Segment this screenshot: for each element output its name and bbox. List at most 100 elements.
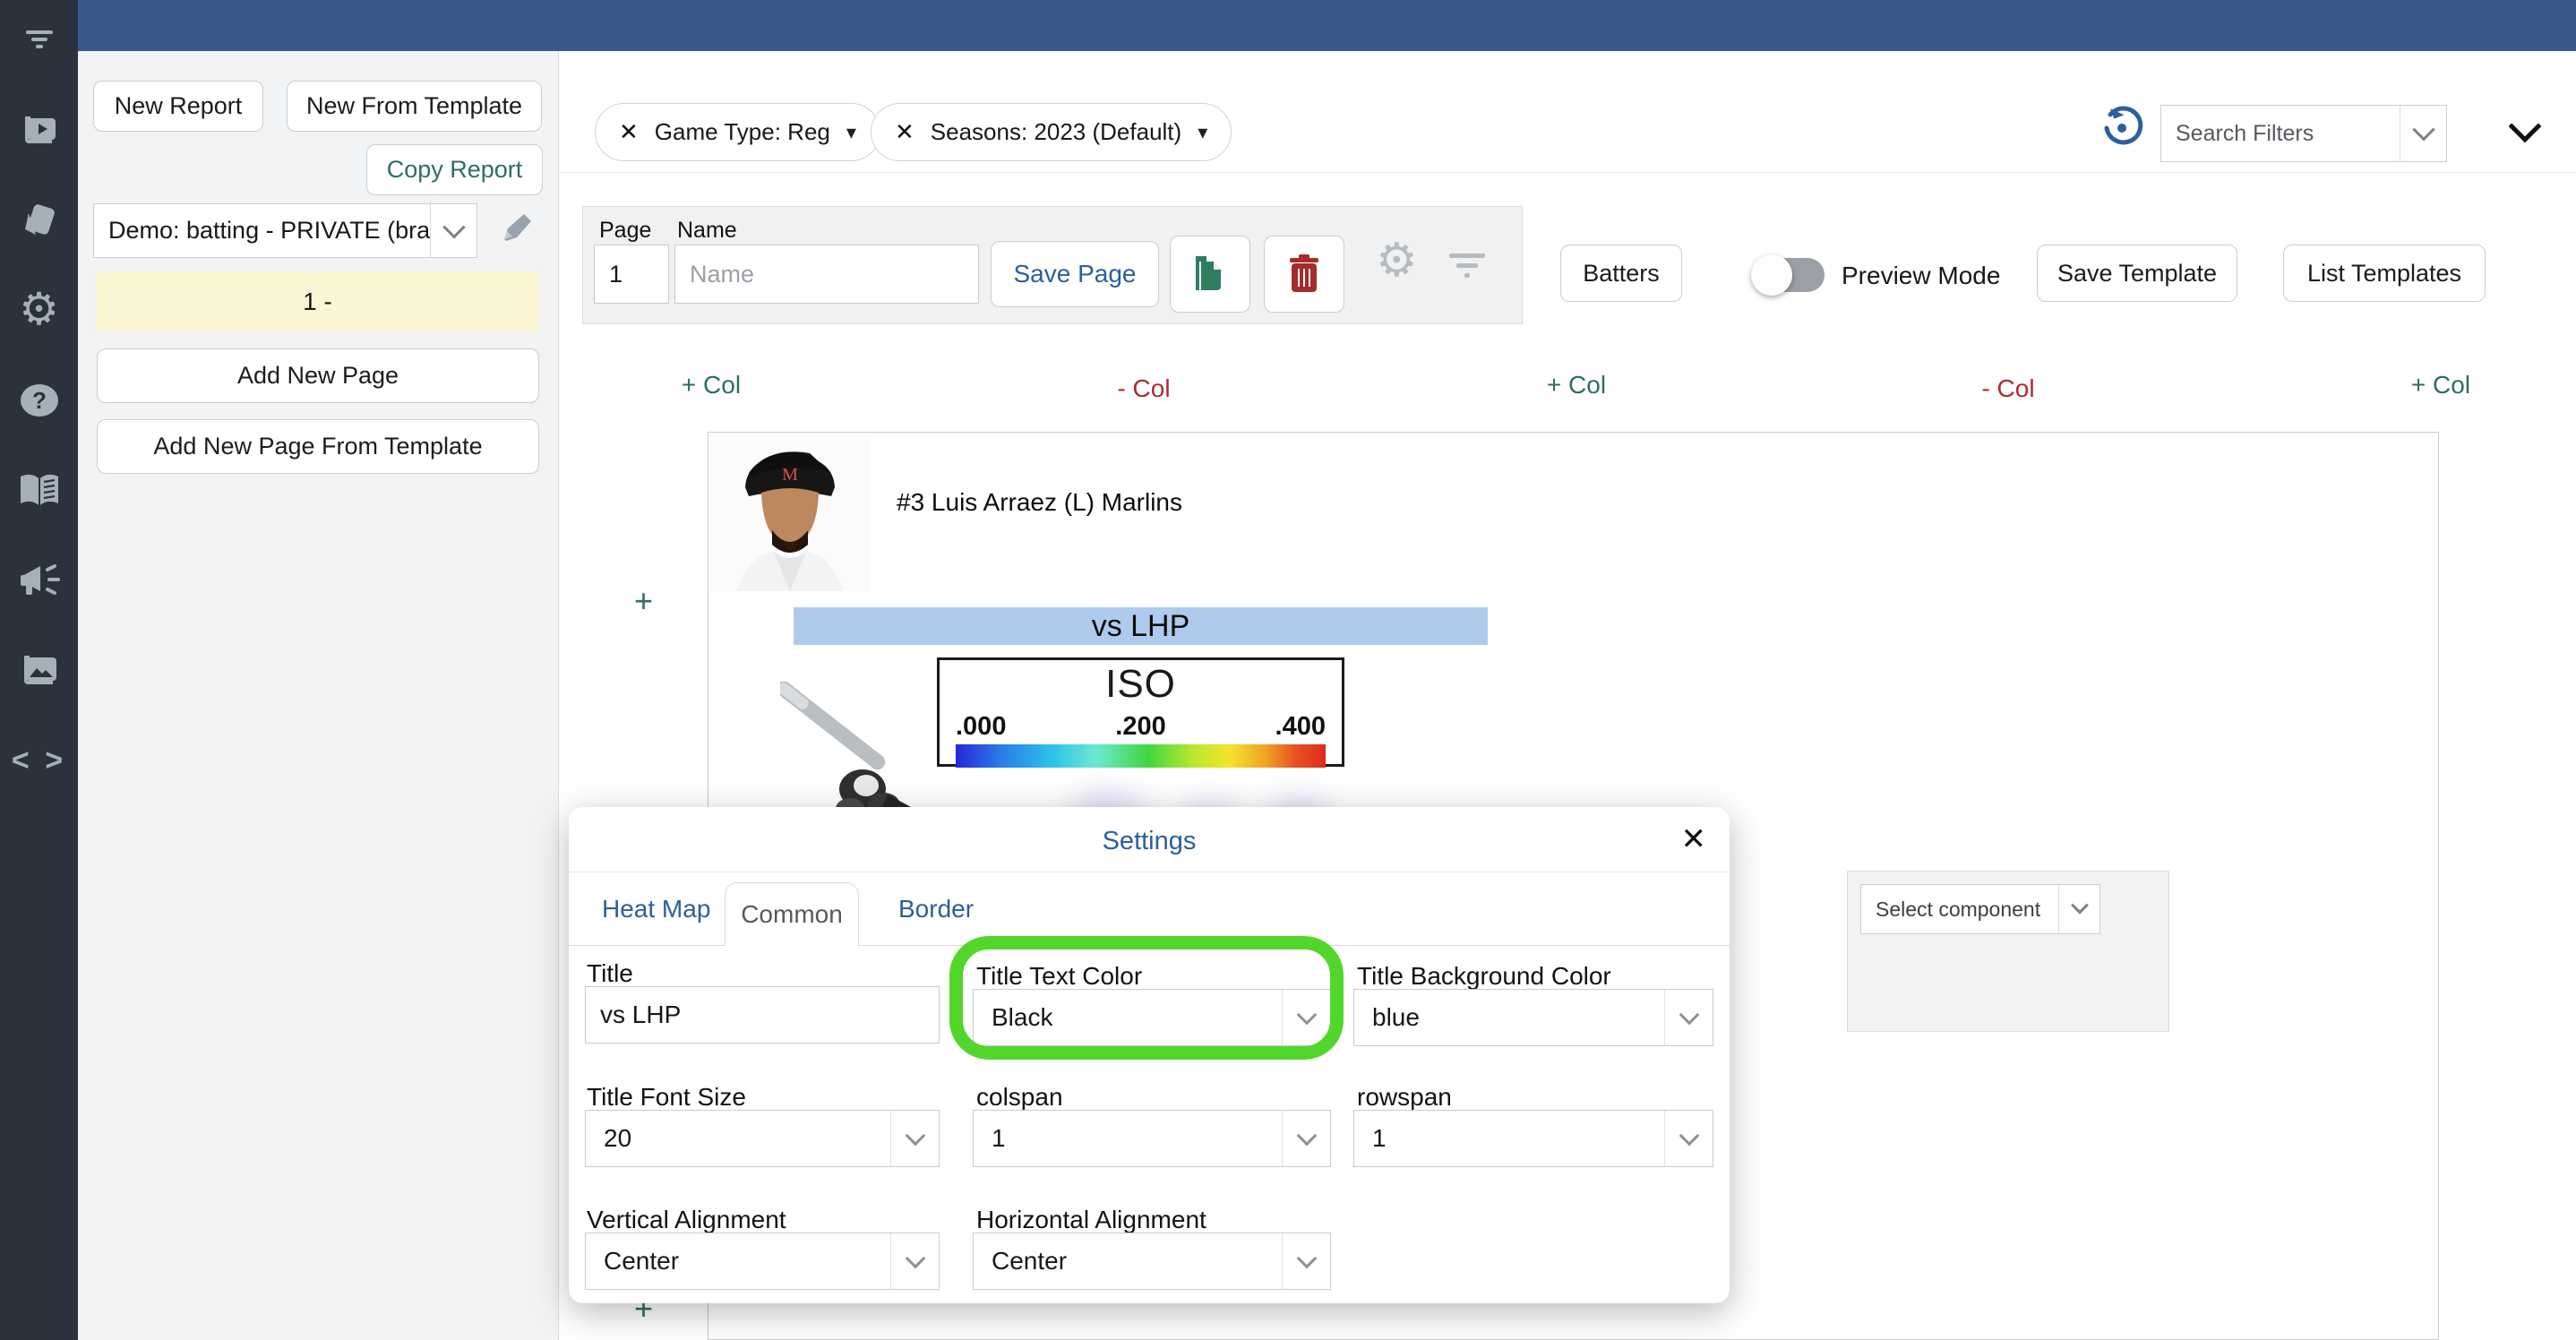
chevron-down-icon[interactable] [890,1233,939,1289]
title-font-size-label: Title Font Size [587,1083,746,1112]
component-cell: Select component [1847,871,2169,1032]
edit-report-icon[interactable] [497,210,533,251]
code-icon[interactable]: < > [0,743,78,778]
filter-chip-game-type[interactable]: ✕ Game Type: Reg ▾ [595,103,880,161]
vertical-alignment-select[interactable]: Center [585,1233,940,1290]
divider [559,172,2576,173]
history-restore-icon[interactable] [2099,106,2144,155]
legend-title: ISO [940,662,1342,707]
chevron-down-icon[interactable] [1282,1111,1330,1166]
copy-page-button[interactable] [1170,236,1250,313]
add-column-button[interactable]: + Col [1547,371,1606,399]
remove-column-button[interactable]: - Col [1117,374,1170,403]
tab-border[interactable]: Border [898,895,974,923]
video-library-icon[interactable] [0,107,78,155]
add-column-button[interactable]: + Col [2411,371,2470,399]
player-photo: M [709,434,871,596]
search-filters-placeholder: Search Filters [2161,121,2400,147]
title-text-color-select[interactable]: Black [973,989,1331,1046]
heatmap-legend[interactable]: ISO .000 .200 .400 [937,657,1344,767]
title-bg-color-label: Title Background Color [1357,962,1611,991]
copy-icon [1192,254,1228,294]
page-name-input[interactable] [674,245,979,304]
page-filter-icon[interactable] [1447,250,1487,287]
sidebar-nav: ⚙ ? < > [0,0,78,1340]
toggle-knob [1751,254,1792,296]
chevron-down-icon[interactable]: ▾ [846,121,856,144]
tab-heat-map[interactable]: Heat Map [602,895,710,923]
horizontal-alignment-label: Horizontal Alignment [976,1206,1206,1234]
svg-text:?: ? [32,387,47,414]
component-select[interactable]: Select component [1860,884,2100,934]
list-templates-button[interactable]: List Templates [2283,245,2486,302]
delete-page-button[interactable] [1264,236,1344,313]
vertical-alignment-label: Vertical Alignment [587,1206,786,1234]
page-settings-gear-icon[interactable]: ⚙ [1376,234,1418,288]
close-icon[interactable]: ✕ [1681,821,1707,857]
svg-text:M: M [782,465,798,485]
top-bar [78,0,2576,51]
image-library-icon[interactable] [0,650,78,694]
title-label: Title [587,959,633,988]
report-select[interactable]: Demo: batting - PRIVATE (brad... [93,203,477,258]
save-template-button[interactable]: Save Template [2037,245,2237,302]
chevron-down-icon[interactable] [1282,1233,1330,1289]
collapse-filters-icon[interactable] [2513,115,2537,138]
chevron-down-icon[interactable] [890,1111,939,1166]
colspan-label: colspan [976,1083,1063,1112]
report-select-value: Demo: batting - PRIVATE (brad... [94,217,430,245]
chevron-down-icon[interactable] [430,204,477,257]
section-title-bar[interactable]: vs LHP [794,607,1488,645]
legend-tick-max: .400 [1275,712,1326,742]
filter-icon[interactable] [0,23,78,58]
help-icon[interactable]: ? [0,380,78,425]
megaphone-icon[interactable] [0,561,78,605]
cards-icon[interactable] [0,199,78,246]
chevron-down-icon[interactable] [2058,885,2099,933]
chevron-down-icon[interactable] [2400,106,2446,161]
trash-icon [1288,254,1320,294]
colspan-select[interactable]: 1 [973,1110,1331,1167]
preview-mode-label: Preview Mode [1842,262,2000,290]
chevron-down-icon[interactable] [1664,990,1713,1045]
batters-button[interactable]: Batters [1560,245,1682,302]
book-icon[interactable] [0,471,78,513]
search-filters-select[interactable]: Search Filters [2160,105,2447,162]
report-panel: New Report New From Template Copy Report… [78,51,559,1340]
filter-chip-label: Seasons: 2023 (Default) [931,118,1181,146]
title-font-size-select[interactable]: 20 [585,1110,940,1167]
title-text-color-label: Title Text Color [976,962,1142,991]
chevron-down-icon[interactable]: ▾ [1198,121,1207,144]
save-page-button[interactable]: Save Page [991,241,1159,307]
gear-icon[interactable]: ⚙ [0,287,78,331]
horizontal-alignment-select[interactable]: Center [973,1233,1331,1290]
component-select-placeholder: Select component [1861,898,2058,922]
close-icon[interactable]: ✕ [619,118,639,146]
add-row-button[interactable]: + [634,582,653,620]
chevron-down-icon[interactable] [1282,990,1330,1045]
close-icon[interactable]: ✕ [895,118,914,146]
page-number-input[interactable] [594,245,669,304]
legend-gradient [956,744,1326,768]
add-new-page-button[interactable]: Add New Page [97,348,539,403]
page-list-item[interactable]: 1 - [96,271,539,332]
title-bg-color-select[interactable]: blue [1353,989,1713,1046]
settings-modal: Settings ✕ Heat Map Common Border Title … [569,807,1730,1303]
legend-tick-mid: .200 [1115,712,1165,742]
remove-column-button[interactable]: - Col [1981,374,2034,403]
add-column-button[interactable]: + Col [682,371,741,399]
add-new-page-from-template-button[interactable]: Add New Page From Template [97,419,539,474]
new-from-template-button[interactable]: New From Template [287,81,542,132]
title-input[interactable] [585,986,940,1044]
preview-mode-toggle[interactable] [1755,258,1825,292]
rowspan-select[interactable]: 1 [1353,1110,1713,1167]
player-line: #3 Luis Arraez (L) Marlins [897,488,1182,517]
modal-title: Settings [569,827,1730,856]
tab-common[interactable]: Common [725,882,859,946]
filter-chip-seasons[interactable]: ✕ Seasons: 2023 (Default) ▾ [871,103,1232,161]
filter-chip-label: Game Type: Reg [655,118,830,146]
chevron-down-icon[interactable] [1664,1111,1713,1166]
new-report-button[interactable]: New Report [93,81,263,132]
copy-report-button[interactable]: Copy Report [366,144,543,195]
page-label: Page [599,218,651,244]
